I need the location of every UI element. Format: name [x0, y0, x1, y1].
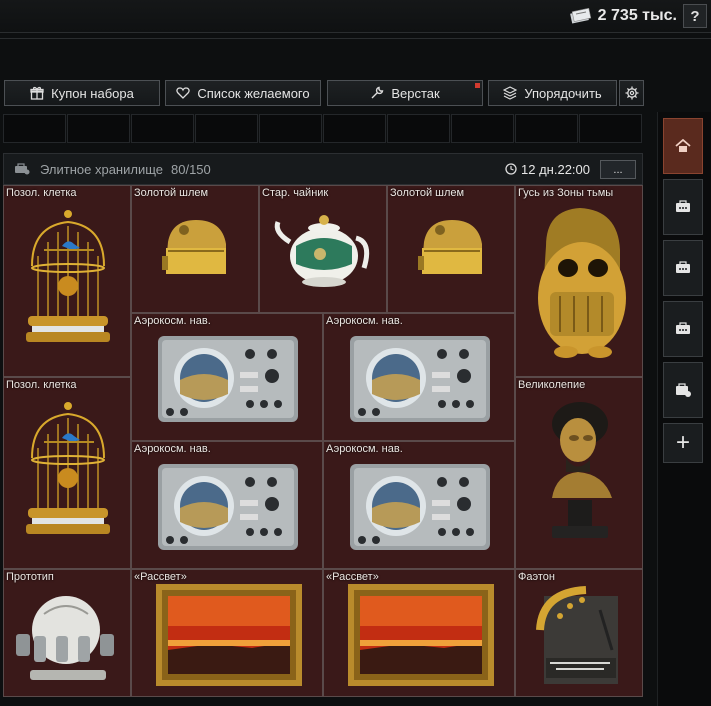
home-icon	[675, 139, 691, 152]
timer-text: 12 дн.22:00	[521, 161, 590, 177]
quick-slot[interactable]	[3, 114, 66, 143]
inventory-item[interactable]: Фаэтон	[515, 569, 643, 697]
gear-icon	[625, 86, 638, 100]
inventory-item[interactable]: Золотой шлем	[131, 185, 259, 313]
inventory-item[interactable]: Гусь из Зоны тьмы	[515, 185, 643, 377]
navigation-device-image	[350, 464, 490, 550]
quick-slots	[3, 114, 643, 143]
inventory-item[interactable]: «Рассвет»	[323, 569, 515, 697]
wishlist-button[interactable]: Список желаемого	[165, 80, 321, 106]
container-header: Элитное хранилище 80/150 12 дн.22:00 ...	[3, 153, 643, 185]
sidebar-item-elite-container[interactable]	[663, 362, 703, 418]
quick-slot[interactable]	[515, 114, 578, 143]
container-capacity: 80/150	[171, 161, 211, 177]
wishlist-label: Список желаемого	[197, 85, 310, 101]
coupon-button[interactable]: Купон набора	[4, 80, 160, 106]
gilded-cage-image	[26, 402, 110, 534]
inventory-item[interactable]: Стар. чайник	[259, 185, 387, 313]
navigation-device-image	[350, 336, 490, 422]
settings-button[interactable]	[619, 80, 644, 106]
coupon-label: Купон набора	[51, 85, 134, 101]
wrench-icon	[371, 86, 384, 99]
box-icon	[676, 200, 690, 212]
quick-slot[interactable]	[387, 114, 450, 143]
divider	[0, 38, 711, 39]
workbench-label: Верстак	[391, 85, 440, 101]
currency-amount: 2 735 тыс.	[597, 7, 677, 24]
inventory-item[interactable]: Аэрокосм. нав.	[131, 313, 323, 441]
inventory-grid: Позол. клетка Золотой шлем Стар. чайник …	[3, 185, 643, 697]
teapot-image	[274, 215, 370, 287]
navigation-device-image	[158, 464, 298, 550]
quick-slot[interactable]	[323, 114, 386, 143]
notification-dot	[475, 83, 480, 88]
box-icon	[676, 261, 690, 273]
clock-icon	[505, 163, 517, 175]
quick-slot[interactable]	[67, 114, 130, 143]
golden-helmet-image	[418, 220, 482, 274]
sidebar-item-stash[interactable]	[663, 118, 703, 174]
quick-slot[interactable]	[451, 114, 514, 143]
heart-icon	[176, 87, 191, 99]
sidebar-item-container[interactable]	[663, 240, 703, 296]
navigation-device-image	[158, 336, 298, 422]
add-container-button[interactable]: +	[663, 423, 703, 463]
top-bar: 2 735 тыс. ?	[0, 0, 711, 33]
case-icon	[15, 163, 30, 175]
sidebar-item-container[interactable]	[663, 179, 703, 235]
doomsday-clock-image	[536, 586, 618, 684]
painting-image	[156, 584, 302, 686]
container-sidebar: +	[657, 112, 711, 706]
inventory-item[interactable]: «Рассвет»	[131, 569, 323, 697]
box-icon	[676, 322, 690, 334]
sort-label: Упорядочить	[524, 85, 602, 101]
inventory-item[interactable]: Великолепие	[515, 377, 643, 569]
quick-slot[interactable]	[131, 114, 194, 143]
gilded-cage-image	[26, 210, 110, 342]
bust-statue-image	[552, 402, 612, 538]
golden-helmet-image	[162, 220, 226, 274]
currency-display: 2 735 тыс.	[569, 5, 677, 27]
goose-figurine-image	[538, 208, 626, 358]
inventory-item[interactable]: Аэрокосм. нав.	[323, 441, 515, 569]
container-timer: 12 дн.22:00	[505, 162, 590, 177]
more-button[interactable]: ...	[600, 160, 636, 179]
gift-icon	[30, 86, 44, 100]
roubles-icon	[569, 8, 591, 24]
layers-icon	[503, 86, 518, 100]
container-title: Элитное хранилище	[40, 161, 163, 177]
inventory-item[interactable]: Прототип	[3, 569, 131, 697]
inventory-item[interactable]: Позол. клетка	[3, 377, 131, 569]
help-button[interactable]: ?	[683, 4, 707, 28]
painting-image	[348, 584, 494, 686]
inventory-item[interactable]: Золотой шлем	[387, 185, 515, 313]
inventory-item[interactable]: Аэрокосм. нав.	[131, 441, 323, 569]
quick-slot[interactable]	[195, 114, 258, 143]
prototype-device-image	[16, 596, 114, 680]
sort-button[interactable]: Упорядочить	[488, 80, 617, 106]
inventory-item[interactable]: Аэрокосм. нав.	[323, 313, 515, 441]
sidebar-item-container[interactable]	[663, 301, 703, 357]
quick-slot[interactable]	[579, 114, 642, 143]
quick-slot[interactable]	[259, 114, 322, 143]
workbench-button[interactable]: Верстак	[327, 80, 483, 106]
inventory-item[interactable]: Позол. клетка	[3, 185, 131, 377]
case-icon	[676, 383, 691, 397]
